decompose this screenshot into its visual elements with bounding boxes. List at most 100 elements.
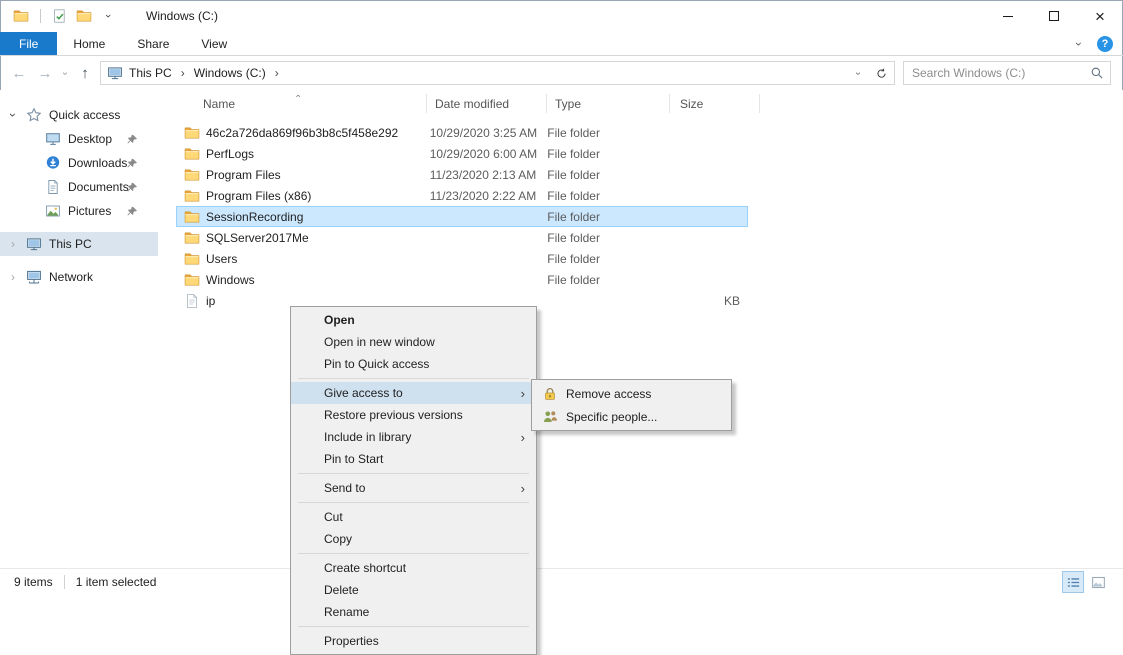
type-cell: File folder [539, 273, 660, 287]
submenu-chevron-icon: › [521, 481, 525, 496]
window-title: Windows (C:) [146, 9, 218, 23]
menu-item-delete[interactable]: Delete [291, 579, 536, 601]
qat-customize-button[interactable]: › [96, 4, 120, 28]
file-row-sqlserver2017me[interactable]: SQLServer2017MeFile folder [176, 227, 748, 248]
menu-item-pin-to-start[interactable]: Pin to Start [291, 448, 536, 470]
tab-home[interactable]: Home [57, 32, 121, 55]
desktop-icon [45, 131, 61, 147]
breadcrumb-chevron-icon[interactable]: › [175, 66, 191, 80]
minimize-button[interactable] [985, 0, 1031, 32]
menu-item-open-in-new-window[interactable]: Open in new window [291, 331, 536, 353]
folder-icon [184, 230, 200, 246]
menu-item-send-to[interactable]: Send to› [291, 477, 536, 499]
network-icon [26, 269, 42, 285]
recent-locations-chevron-icon[interactable]: › [60, 66, 71, 80]
file-row-program-files[interactable]: Program Files11/23/2020 2:13 AMFile fold… [176, 164, 748, 185]
back-button[interactable]: ← [6, 60, 32, 86]
type-cell: File folder [539, 189, 660, 203]
close-button[interactable]: × [1077, 0, 1123, 32]
address-box-tail: › [848, 62, 894, 84]
tab-share[interactable]: Share [121, 32, 185, 55]
breadcrumb-item-this-pc[interactable]: This PC [126, 66, 175, 80]
breadcrumb-item-windows-c[interactable]: Windows (C:) [191, 66, 269, 80]
chevron-right-icon[interactable]: › [7, 237, 19, 251]
status-divider [64, 575, 65, 589]
address-dropdown-chevron-icon[interactable]: › [853, 63, 864, 83]
this-pc-icon [107, 65, 123, 81]
menu-item-rename[interactable]: Rename [291, 601, 536, 623]
maximize-button[interactable] [1031, 0, 1077, 32]
column-header-name[interactable]: › Name [176, 90, 427, 118]
chevron-down-icon[interactable]: › [6, 109, 20, 121]
expand-ribbon-chevron-icon[interactable]: › [1072, 42, 1086, 46]
folder-icon [184, 188, 200, 204]
selection-count: 1 item selected [76, 575, 157, 589]
menu-item-properties[interactable]: Properties [291, 630, 536, 652]
document-icon [45, 179, 61, 195]
column-header-type[interactable]: Type [547, 90, 670, 118]
maximize-icon [1049, 11, 1059, 21]
file-row-users[interactable]: UsersFile folder [176, 248, 748, 269]
qat-check-page-button[interactable] [48, 4, 72, 28]
sidebar-item-documents[interactable]: Documents [0, 175, 158, 199]
submenu-item-remove-access[interactable]: Remove access [532, 382, 731, 405]
menu-item-pin-to-quick-access[interactable]: Pin to Quick access [291, 353, 536, 375]
file-row-perflogs[interactable]: PerfLogs10/29/2020 6:00 AMFile folder [176, 143, 748, 164]
pin-icon [127, 158, 138, 169]
file-explorer-icon [9, 4, 33, 28]
menu-item-copy[interactable]: Copy [291, 528, 536, 550]
column-divider[interactable] [759, 94, 760, 113]
file-row-46c2a726da869f96b3b8c5f458e292[interactable]: 46c2a726da869f96b3b8c5f458e29210/29/2020… [176, 122, 748, 143]
sidebar-item-pictures[interactable]: Pictures [0, 199, 158, 223]
sort-ascending-icon: › [293, 95, 303, 98]
menu-item-create-shortcut[interactable]: Create shortcut [291, 557, 536, 579]
folder-icon [184, 251, 200, 267]
qat-new-folder-button[interactable] [72, 4, 96, 28]
up-button[interactable]: ↑ [72, 60, 98, 86]
sidebar-item-downloads[interactable]: Downloads [0, 151, 158, 175]
sidebar-item-this-pc[interactable]: ›This PC [0, 232, 158, 256]
menu-item-include-in-library[interactable]: Include in library› [291, 426, 536, 448]
sidebar-item-desktop[interactable]: Desktop [0, 127, 158, 151]
address-box[interactable]: This PC›Windows (C:)› › [100, 61, 895, 85]
details-view-button[interactable] [1062, 571, 1084, 593]
breadcrumb-chevron-icon[interactable]: › [269, 66, 285, 80]
file-name-cell: Windows [176, 272, 422, 288]
pin-icon [127, 134, 138, 145]
column-header-date-modified[interactable]: Date modified [427, 90, 547, 118]
submenu-item-specific-people[interactable]: Specific people... [532, 405, 731, 428]
folder-icon [184, 125, 200, 141]
large-icons-view-button[interactable] [1087, 571, 1109, 593]
breadcrumb: This PC›Windows (C:)› [107, 65, 285, 81]
address-bar: ← → › ↑ This PC›Windows (C:)› › [0, 56, 1123, 90]
file-row-sessionrecording[interactable]: SessionRecordingFile folder [176, 206, 748, 227]
column-header-size[interactable]: Size [670, 90, 760, 118]
menu-item-cut[interactable]: Cut [291, 506, 536, 528]
folder-icon [184, 146, 200, 162]
search-input[interactable] [912, 66, 1090, 80]
tab-view[interactable]: View [185, 32, 243, 55]
search-box[interactable] [903, 61, 1111, 85]
chevron-right-icon[interactable]: › [7, 270, 19, 284]
type-cell: File folder [539, 147, 660, 161]
sidebar-item-quick-access[interactable]: ›Quick access [0, 103, 158, 127]
sidebar-item-network[interactable]: ›Network [0, 265, 158, 289]
menu-item-open[interactable]: Open [291, 309, 536, 331]
type-cell: File folder [539, 168, 660, 182]
check-page-icon [52, 8, 68, 24]
file-row-windows[interactable]: Windows File folder [176, 269, 748, 290]
items-count: 9 items [14, 575, 53, 589]
refresh-button[interactable] [868, 62, 894, 84]
type-cell: File folder [539, 210, 660, 224]
navigation-pane: ›Quick accessDesktopDownloadsDocumentsPi… [0, 90, 170, 568]
menu-item-give-access-to[interactable]: Give access to› [291, 382, 536, 404]
type-cell: File folder [539, 126, 660, 140]
tab-file[interactable]: File [0, 32, 57, 55]
ribbon-spacer [243, 32, 1077, 55]
size-cell: KB [660, 294, 748, 308]
menu-item-restore-previous-versions[interactable]: Restore previous versions [291, 404, 536, 426]
help-button[interactable]: ? [1097, 36, 1113, 52]
file-name-cell: PerfLogs [176, 146, 422, 162]
forward-button[interactable]: → [32, 60, 58, 86]
file-row-program-files-x86[interactable]: Program Files (x86)11/23/2020 2:22 AMFil… [176, 185, 748, 206]
